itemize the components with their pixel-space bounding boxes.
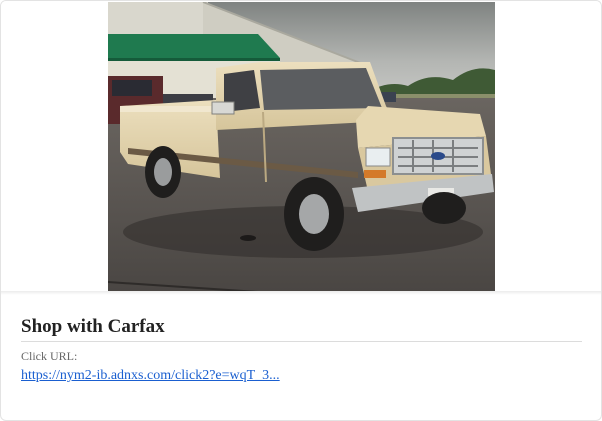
click-url-label: Click URL: xyxy=(21,349,78,363)
ad-card[interactable]: Shop with Carfax Click URL: https://nym2… xyxy=(0,0,602,421)
truck-photo[interactable] xyxy=(108,2,495,292)
click-url-link[interactable]: https://nym2-ib.adnxs.com/click2?e=wqT_3… xyxy=(21,368,280,384)
image-bottom-divider xyxy=(1,291,601,295)
ad-title[interactable]: Shop with Carfax xyxy=(21,316,165,338)
title-underline xyxy=(21,341,582,342)
ad-image-area xyxy=(1,1,601,295)
